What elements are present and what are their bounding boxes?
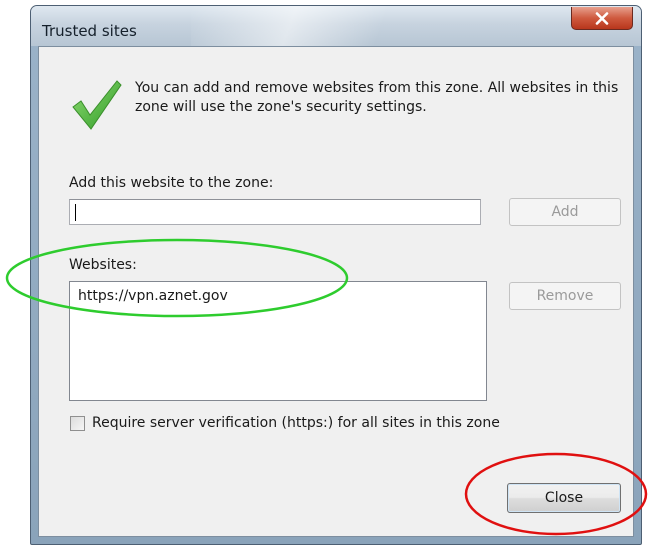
add-button[interactable]: Add — [509, 198, 621, 226]
info-text: You can add and remove websites from thi… — [135, 80, 619, 115]
add-website-input[interactable] — [69, 199, 481, 225]
websites-label: Websites: — [69, 257, 137, 273]
dialog-content: You can add and remove websites from thi… — [38, 46, 634, 537]
require-verification-checkbox[interactable] — [70, 416, 85, 431]
add-website-label: Add this website to the zone: — [69, 175, 274, 191]
close-button[interactable]: Close — [507, 483, 621, 513]
websites-list[interactable]: https://vpn.aznet.gov — [69, 281, 487, 401]
text-caret — [75, 204, 76, 221]
close-icon — [595, 11, 609, 25]
list-item[interactable]: https://vpn.aznet.gov — [78, 288, 228, 304]
checkmark-icon — [72, 80, 122, 130]
window-title: Trusted sites — [42, 22, 137, 40]
title-bar[interactable]: Trusted sites — [31, 6, 641, 46]
remove-button[interactable]: Remove — [509, 282, 621, 310]
require-verification-label[interactable]: Require server verification (https:) for… — [92, 415, 500, 431]
trusted-sites-window: Trusted sites You can add and remove web… — [30, 5, 642, 545]
window-close-button[interactable] — [571, 7, 633, 30]
